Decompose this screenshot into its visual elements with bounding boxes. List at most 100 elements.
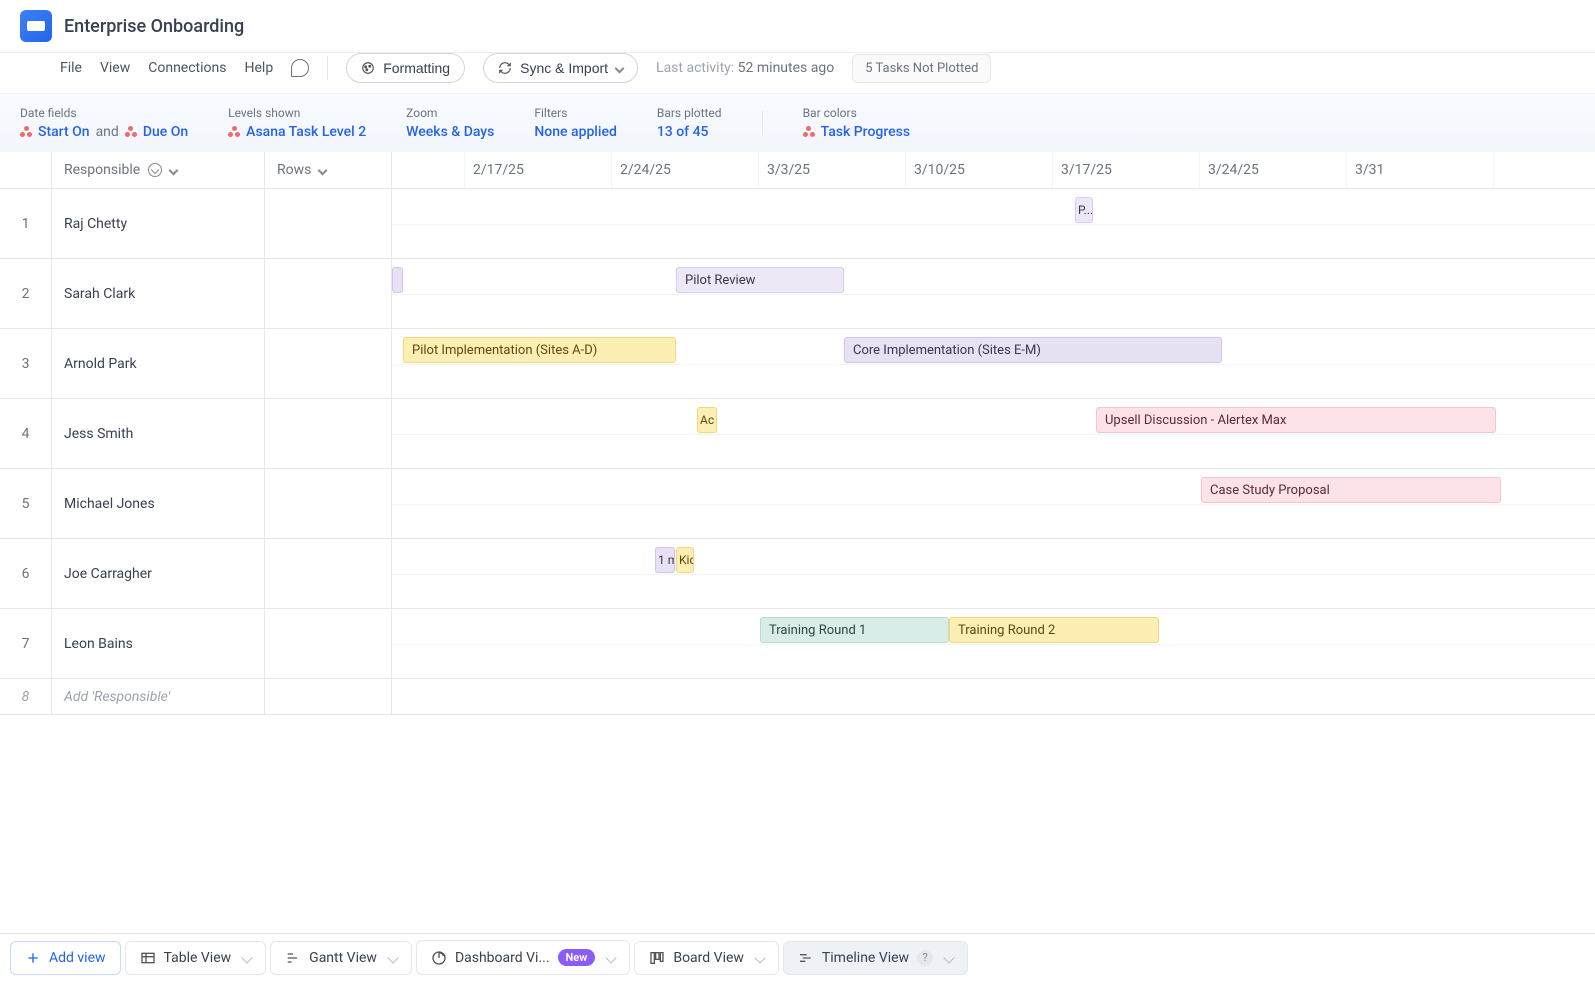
menu-bar: File View Connections Help Formatting Sy…	[0, 53, 1595, 93]
add-responsible[interactable]: Add 'Responsible'	[52, 679, 265, 715]
timeline-row[interactable]: Ac Upsell Discussion - Alertex Max	[392, 399, 1595, 469]
task-bar[interactable]: Upsell Discussion - Alertex Max	[1096, 407, 1496, 433]
table-icon	[140, 950, 156, 966]
chevron-down-icon[interactable]	[943, 952, 954, 963]
sync-button[interactable]: Sync & Import	[483, 53, 638, 83]
person-name[interactable]: Arnold Park	[52, 329, 265, 399]
last-activity: Last activity: 52 minutes ago	[656, 60, 834, 76]
due-on: Due On	[143, 124, 188, 140]
task-bar[interactable]: 1 m	[655, 547, 675, 573]
chevron-down-icon[interactable]	[318, 165, 328, 175]
menu-file[interactable]: File	[60, 60, 82, 76]
ctrl-label: Bar colors	[803, 106, 910, 120]
asana-icon	[125, 126, 137, 138]
tab-dashboard[interactable]: Dashboard Vi... New	[416, 940, 630, 975]
gantt-icon	[285, 950, 301, 966]
chat-icon[interactable]	[291, 59, 309, 77]
rows-cell[interactable]	[265, 329, 392, 399]
bars-value: 13 of 45	[657, 124, 722, 140]
sync-label: Sync & Import	[520, 60, 608, 76]
view-tabs: Add view Table View Gantt View Dashboard…	[0, 933, 1595, 981]
task-bar[interactable]: Ac	[697, 407, 717, 433]
date-col	[392, 152, 465, 188]
divider	[762, 111, 763, 135]
task-bar[interactable]: Case Study Proposal	[1201, 477, 1501, 503]
task-bar[interactable]: Training Round 2	[949, 617, 1159, 643]
rows-cell[interactable]	[265, 469, 392, 539]
not-plotted-pill[interactable]: 5 Tasks Not Plotted	[852, 54, 991, 83]
chevron-down-icon[interactable]	[387, 952, 398, 963]
menu-view[interactable]: View	[100, 60, 130, 76]
grid-wrapper[interactable]: Responsible Rows 2/17/25 2/24/25 3/3/25 …	[0, 152, 1595, 933]
timeline-row[interactable]: Pilot Review	[392, 259, 1595, 329]
chevron-down-icon[interactable]	[169, 165, 179, 175]
dashboard-icon	[431, 950, 447, 966]
rows-cell[interactable]	[265, 189, 392, 259]
tab-gantt[interactable]: Gantt View	[270, 941, 412, 975]
task-bar[interactable]: Pilot Review	[676, 267, 844, 293]
date-col: 3/17/25	[1053, 152, 1200, 188]
controls-strip: Date fields Start On and Due On Levels s…	[0, 93, 1595, 152]
ctrl-label: Levels shown	[228, 106, 366, 120]
task-bar[interactable]: Training Round 1	[760, 617, 949, 643]
ctrl-date-fields[interactable]: Date fields Start On and Due On	[20, 106, 188, 140]
zoom-value: Weeks & Days	[406, 124, 494, 140]
person-name[interactable]: Jess Smith	[52, 399, 265, 469]
rows-cell[interactable]	[265, 539, 392, 609]
tab-table[interactable]: Table View	[125, 941, 267, 975]
sort-icon[interactable]	[148, 163, 162, 177]
person-name[interactable]: Raj Chetty	[52, 189, 265, 259]
add-view-button[interactable]: Add view	[10, 941, 121, 975]
header-responsible[interactable]: Responsible	[52, 152, 265, 189]
ctrl-zoom[interactable]: Zoom Weeks & Days	[406, 106, 494, 140]
tab-label: Gantt View	[309, 950, 377, 966]
formatting-label: Formatting	[383, 60, 450, 76]
date-col: 3/24/25	[1200, 152, 1347, 188]
date-col: 2/24/25	[612, 152, 759, 188]
tab-label: Board View	[673, 950, 744, 966]
date-col: 2/17/25	[465, 152, 612, 188]
menu-connections[interactable]: Connections	[148, 60, 226, 76]
ctrl-bars[interactable]: Bars plotted 13 of 45	[657, 106, 722, 140]
timeline-row[interactable]: Pilot Implementation (Sites A-D) Core Im…	[392, 329, 1595, 399]
rows-cell[interactable]	[265, 609, 392, 679]
chevron-down-icon[interactable]	[241, 952, 252, 963]
chevron-down-icon[interactable]	[754, 952, 765, 963]
timeline-row[interactable]: 1 m Kic	[392, 539, 1595, 609]
person-name[interactable]: Joe Carragher	[52, 539, 265, 609]
tab-timeline[interactable]: Timeline View ?	[783, 941, 968, 975]
person-name[interactable]: Sarah Clark	[52, 259, 265, 329]
person-name[interactable]: Leon Bains	[52, 609, 265, 679]
ctrl-filters[interactable]: Filters None applied	[534, 106, 616, 140]
tab-board[interactable]: Board View	[634, 941, 779, 975]
timeline-row[interactable]	[392, 679, 1595, 715]
row-num: 7	[0, 609, 52, 679]
task-bar[interactable]: P...	[1075, 197, 1093, 223]
tab-label: Timeline View	[822, 950, 909, 966]
and-text: and	[96, 124, 119, 140]
timeline-row[interactable]: P...	[392, 189, 1595, 259]
person-name[interactable]: Michael Jones	[52, 469, 265, 539]
timeline-header: 2/17/25 2/24/25 3/3/25 3/10/25 3/17/25 3…	[392, 152, 1595, 189]
chevron-down-icon[interactable]	[606, 952, 617, 963]
asana-icon	[803, 126, 815, 138]
task-bar[interactable]: Core Implementation (Sites E-M)	[844, 337, 1222, 363]
activity-label: Last activity:	[656, 60, 734, 76]
task-bar[interactable]: Pilot Implementation (Sites A-D)	[403, 337, 676, 363]
task-bar[interactable]	[392, 267, 403, 293]
date-col: 3/3/25	[759, 152, 906, 188]
ctrl-colors[interactable]: Bar colors Task Progress	[803, 106, 910, 140]
rows-cell[interactable]	[265, 259, 392, 329]
timeline-row[interactable]: Case Study Proposal	[392, 469, 1595, 539]
help-icon[interactable]: ?	[917, 950, 933, 966]
start-on: Start On	[38, 124, 90, 140]
menu-help[interactable]: Help	[245, 60, 274, 76]
rows-cell[interactable]	[265, 399, 392, 469]
timeline-row[interactable]: Training Round 1 Training Round 2	[392, 609, 1595, 679]
formatting-button[interactable]: Formatting	[346, 53, 465, 83]
task-bar[interactable]: Kic	[676, 547, 694, 573]
ctrl-levels[interactable]: Levels shown Asana Task Level 2	[228, 106, 366, 140]
divider	[327, 56, 328, 80]
rows-cell[interactable]	[265, 679, 392, 715]
header-rows[interactable]: Rows	[265, 152, 392, 189]
